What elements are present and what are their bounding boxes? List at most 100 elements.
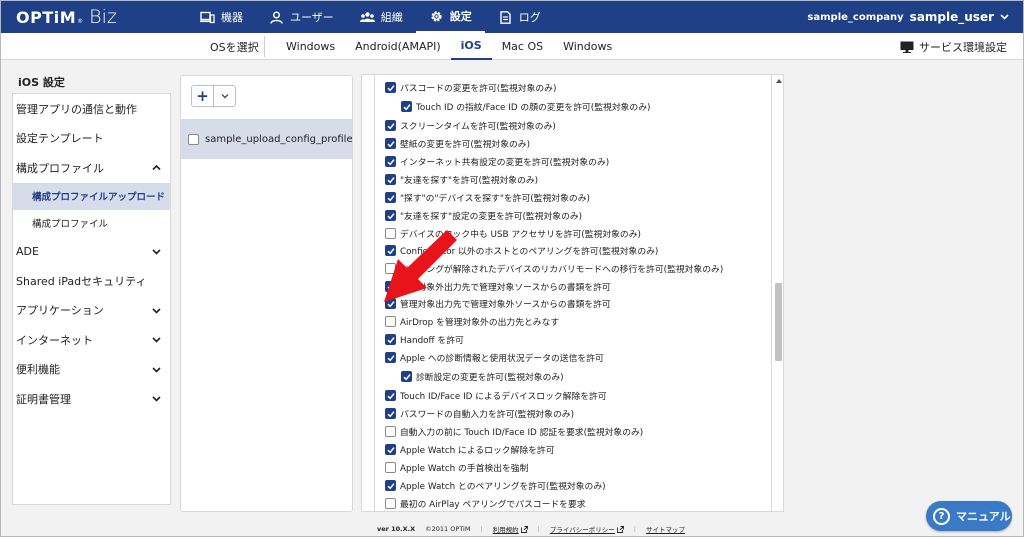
option-checkbox[interactable] [401, 101, 412, 112]
sidebar-item-config-template[interactable]: 設定テンプレート [13, 124, 170, 154]
option-checkbox[interactable] [385, 210, 396, 221]
restriction-option[interactable]: Apple Watch によるロック解除を許可 [385, 441, 555, 458]
sidebar-item-label: ADE [16, 244, 39, 258]
sidebar-subitem-profile-upload[interactable]: 構成プロファイルアップロード [13, 182, 170, 210]
option-checkbox[interactable] [385, 316, 396, 327]
sidebar-item-label: 証明書管理 [16, 392, 71, 406]
nav-item-settings[interactable]: 設定 [415, 1, 485, 33]
checkmark-icon [386, 446, 395, 453]
restriction-option[interactable]: AirDrop を管理対象外の出力先とみなす [385, 313, 559, 330]
sidebar-item-config-profile[interactable]: 構成プロファイル [13, 153, 170, 183]
restriction-option[interactable]: Touch ID/Face ID によるデバイスロック解除を許可 [385, 387, 607, 404]
option-checkbox[interactable] [385, 352, 396, 363]
option-checkbox[interactable] [385, 156, 396, 167]
option-checkbox[interactable] [385, 120, 396, 131]
sidebar-item-label: 構成プロファイル [16, 161, 104, 175]
sitemap-link[interactable]: サイトマップ [646, 524, 685, 534]
restriction-option[interactable]: 壁紙の変更を許可(監視対象のみ) [385, 135, 530, 152]
privacy-policy-link[interactable]: プライバシーポリシー [550, 524, 624, 534]
restriction-option[interactable]: "友達を探す"設定の変更を許可(監視対象のみ) [385, 207, 582, 224]
company-name: sample_company [807, 11, 904, 23]
nav-item-devices[interactable]: 機器 [187, 1, 256, 33]
version-text: ver 10.X.X [377, 525, 416, 533]
restriction-option[interactable]: インターネット共有設定の変更を許可(監視対象のみ) [385, 153, 609, 170]
add-profile-button[interactable]: + [192, 86, 214, 106]
scrollbar-thumb[interactable] [775, 283, 782, 361]
restriction-option[interactable]: Apple への診断情報と使用状況データの送信を許可 [385, 349, 604, 366]
main-nav: 機器 ユーザー 組織 設定 ログ [187, 1, 554, 33]
tab-ios[interactable]: iOS [450, 33, 492, 60]
sidebar-subitem-config-profile[interactable]: 構成プロファイル [13, 210, 170, 237]
tab-android-amapi[interactable]: Android(AMAPI) [345, 33, 451, 60]
nav-item-organization[interactable]: 組織 [347, 1, 416, 33]
option-checkbox[interactable] [385, 82, 396, 93]
checkmark-icon [386, 122, 395, 129]
manual-button[interactable]: ? マニュアル [926, 501, 1012, 531]
sidebar-item-shared-ipad-security[interactable]: Shared iPadセキュリティ [13, 266, 170, 296]
sidebar-item-label: 設定テンプレート [16, 132, 104, 146]
option-checkbox[interactable] [385, 498, 396, 509]
sidebar-item-ade[interactable]: ADE [13, 237, 170, 267]
device-icon [200, 11, 215, 23]
scroll-up-arrow[interactable] [776, 79, 782, 83]
option-checkbox[interactable] [385, 480, 396, 491]
restriction-option[interactable]: Touch ID の指紋/Face ID の顔の変更を許可(監視対象のみ) [401, 98, 650, 115]
restriction-option[interactable]: Handoff を許可 [385, 331, 464, 348]
option-checkbox[interactable] [385, 174, 396, 185]
file-checkbox[interactable] [188, 133, 199, 145]
option-checkbox[interactable] [401, 371, 412, 382]
option-checkbox[interactable] [385, 334, 396, 345]
option-label: スクリーンタイムを許可(監視対象のみ) [400, 122, 556, 132]
manual-button-label: マニュアル [956, 510, 1011, 523]
add-options-dropdown[interactable] [214, 86, 235, 106]
option-checkbox[interactable] [385, 444, 396, 455]
tab-windows[interactable]: Windows [276, 33, 345, 60]
option-label: Touch ID/Face ID によるデバイスロック解除を許可 [400, 392, 607, 402]
logo-biz: Biz [89, 6, 117, 28]
restriction-option[interactable]: "探す"の"デバイスを探す"を許可(監視対象のみ) [385, 189, 590, 206]
sidebar-item-certificates[interactable]: 証明書管理 [13, 384, 170, 414]
checkmark-icon [386, 212, 395, 219]
nav-item-logs[interactable]: ログ [485, 1, 554, 33]
file-list-item[interactable]: sample_upload_config_profile [181, 119, 353, 159]
organization-icon [359, 11, 375, 22]
option-checkbox[interactable] [385, 390, 396, 401]
restriction-option[interactable]: Apple Watch の手首検出を強制 [385, 459, 528, 476]
account-menu[interactable]: sample_company sample_user [807, 10, 1009, 24]
service-settings-link[interactable]: サービス環境設定 [900, 39, 1007, 55]
tab-windows-2[interactable]: Windows [553, 33, 622, 60]
chevron-down-icon [152, 396, 161, 402]
sidebar-item-internet[interactable]: インターネット [13, 325, 170, 355]
restriction-option[interactable]: 診断設定の変更を許可(監視対象のみ) [401, 368, 564, 385]
restriction-option[interactable]: スクリーンタイムを許可(監視対象のみ) [385, 117, 556, 134]
sidebar-item-app-communication[interactable]: 管理アプリの通信と動作 [13, 94, 170, 124]
restriction-option[interactable]: "友達を探す"を許可(監視対象のみ) [385, 171, 538, 188]
restriction-option[interactable]: Apple Watch とのペアリングを許可(監視対象のみ) [385, 477, 606, 494]
sidebar-item-convenience[interactable]: 便利機能 [13, 355, 170, 385]
sidebar-item-applications[interactable]: アプリケーション [13, 296, 170, 326]
sidebar-item-label: 構成プロファイルアップロード [32, 192, 166, 203]
restriction-option[interactable]: パスコードの変更を許可(監視対象のみ) [385, 79, 556, 96]
option-label: Handoff を許可 [400, 336, 464, 346]
optim-biz-logo[interactable]: OPTiM ® Biz [16, 6, 117, 28]
nav-item-users[interactable]: ユーザー [256, 1, 347, 33]
external-link-icon [520, 525, 528, 533]
option-checkbox[interactable] [385, 426, 396, 437]
vertical-scrollbar[interactable] [774, 75, 783, 511]
sidebar-item-label: Shared iPadセキュリティ [16, 274, 147, 288]
restriction-option[interactable]: パスワードの自動入力を許可(監視対象のみ) [385, 405, 574, 422]
tab-mac-os[interactable]: Mac OS [492, 33, 553, 60]
nav-item-label: 設定 [449, 10, 472, 23]
option-checkbox[interactable] [385, 192, 396, 203]
checkmark-icon [386, 336, 395, 343]
option-checkbox[interactable] [385, 138, 396, 149]
chevron-down-icon [152, 248, 161, 255]
terms-link[interactable]: 利用規約 [493, 524, 528, 534]
option-checkbox[interactable] [385, 462, 396, 473]
restriction-option[interactable]: 自動入力の前に Touch ID/Face ID 認証を要求(監視対象のみ) [385, 423, 643, 440]
chevron-down-icon [1000, 14, 1009, 20]
restriction-option[interactable]: 最初の AirPlay ペアリングでパスコードを要求 [385, 495, 586, 511]
option-checkbox[interactable] [385, 408, 396, 419]
divider [264, 36, 265, 57]
checkmark-icon [386, 392, 395, 399]
